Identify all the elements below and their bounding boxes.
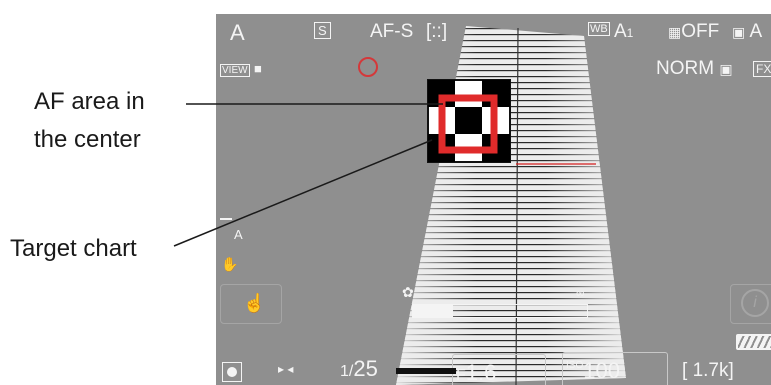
iso-label: ISO [566,360,584,371]
adl-value: OFF [681,21,720,42]
shutter-speed[interactable]: 1/25 [340,356,378,382]
wb-badge: WB [588,22,610,36]
shots-remaining: [ 1.7k] [682,360,734,381]
wb-sub: 1 [626,26,634,40]
white-balance[interactable]: WB A1 [588,21,633,43]
image-quality[interactable]: NORM ▣ [656,58,733,80]
shutter-prefix: 1/ [340,363,354,380]
self-timer-icon [358,57,378,77]
focus-distance-fill [413,305,453,317]
shots-remaining-value: 1.7k [692,360,729,381]
af-area-callout-line1: AF area in [34,88,145,115]
iso: ISO100 [566,358,620,384]
metering-icon[interactable] [222,362,242,382]
adl-icon: ▦ [668,24,682,40]
touch-shutter-button[interactable]: ☝ [220,284,282,324]
active-d-lighting[interactable]: ▦OFF [668,21,719,43]
camera-lcd-screen: A S AF-S [::] WB A1 ▦OFF ▣ A VIEW ■ NORM… [216,14,771,385]
wb-value: A [613,21,627,42]
iso-value: 100 [583,358,620,383]
picture-control-value: A [749,21,763,42]
aperture-value: 1.6 [465,360,497,385]
battery-icon [736,334,771,350]
focus-distance-bar [412,304,588,318]
exposure-indicator-label: A [234,227,243,242]
touch-shutter-icon: ☝ [243,293,266,313]
image-quality-value: NORM [656,58,715,79]
release-mode-value: S [314,22,331,39]
image-area[interactable]: FX [753,60,771,78]
release-mode[interactable]: S [314,22,331,40]
af-frame-inner [460,114,478,132]
af-area-mode[interactable]: [::] [426,21,447,43]
target-chart-callout: Target chart [10,235,137,262]
exposure-indicator [220,218,232,220]
vr-hand-icon: ✋ [221,256,239,272]
picture-control-icon: ▣ [732,24,746,40]
view-mode-indicator: VIEW ■ [220,60,262,78]
infinity-icon: ∞ [576,286,585,300]
scroll-arrows: ▸ ◂ [278,362,294,376]
view-badge: VIEW [220,64,250,77]
image-size-icon: ▣ [719,61,733,77]
aperture: F1.6 [456,360,496,385]
af-area-callout-line2: the center [34,126,141,153]
exposure-scale-bar [396,368,456,374]
info-icon: i [741,289,769,317]
focus-mode[interactable]: AF-S [370,21,413,43]
camera-icon: ■ [254,61,262,76]
picture-control[interactable]: ▣ A [732,21,762,43]
shooting-mode[interactable]: A [230,20,245,46]
metering-dot [227,367,237,377]
aperture-prefix: F [456,367,466,384]
macro-flower-icon: ✿ [402,284,414,300]
image-area-value: FX [753,61,771,77]
shutter-value: 25 [353,356,378,381]
info-button[interactable]: i [730,284,771,324]
